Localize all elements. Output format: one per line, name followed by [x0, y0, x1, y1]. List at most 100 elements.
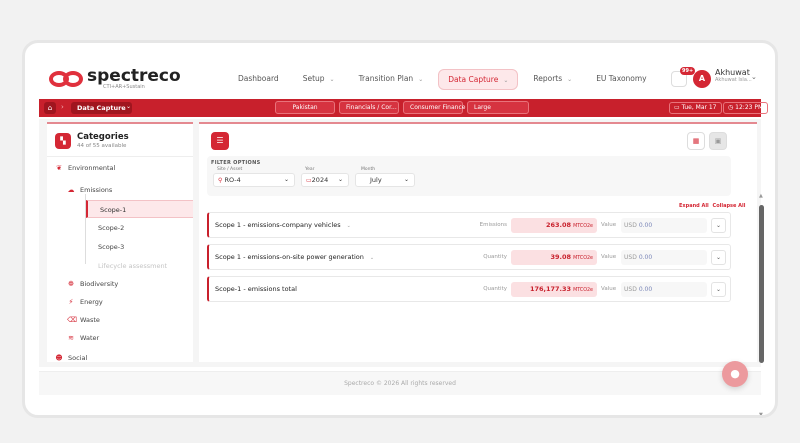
- chip-size[interactable]: Large: [467, 101, 529, 114]
- water-icon: ≋: [68, 334, 74, 342]
- notification-button[interactable]: 99+: [671, 67, 696, 87]
- amount: 0.00: [638, 222, 653, 229]
- chevron-down-icon: ⌄: [418, 76, 424, 83]
- app-window: spectreco CTI+AR+Sustain Dashboard Setup…: [22, 40, 778, 418]
- row-expand-button[interactable]: ⌄: [711, 250, 726, 265]
- notification-badge: 99+: [680, 67, 696, 75]
- scrollbar[interactable]: ▲ ▼: [759, 193, 764, 415]
- infinity-logo-icon: [49, 69, 83, 89]
- calendar-icon: ▭: [674, 104, 682, 111]
- grid-view-button[interactable]: ▦: [687, 132, 705, 150]
- sidebar-item-water[interactable]: ≋ Water: [67, 334, 99, 342]
- nav-reports[interactable]: Reports ⌄: [524, 69, 581, 90]
- collapse-all-link[interactable]: Collapse All: [713, 203, 746, 209]
- row-amount-input[interactable]: USD 0.00: [621, 218, 707, 233]
- sidebar-item-emissions[interactable]: ☁ Emissions: [67, 186, 113, 194]
- trash-icon: ⌫: [67, 316, 77, 324]
- context-chips: Pakistan Financials / Cor... Consumer Fi…: [275, 101, 529, 114]
- chat-icon: ●: [730, 367, 740, 380]
- nav-setup[interactable]: Setup ⌄: [294, 69, 344, 90]
- chevron-down-icon: ⌄: [369, 255, 375, 261]
- categories-title: Categories: [77, 132, 129, 143]
- chevron-down-icon: ⌄: [337, 176, 343, 183]
- row-expand-button[interactable]: ⌄: [711, 282, 726, 297]
- save-icon: ▣: [714, 137, 722, 145]
- row-title: Scope-1 - emissions total: [215, 285, 297, 293]
- sidebar-item-waste[interactable]: ⌫ Waste: [67, 316, 100, 324]
- row-metric-label: Quantity: [483, 286, 507, 292]
- sidebar-item-energy[interactable]: ⚡ Energy: [67, 298, 103, 306]
- chevron-down-icon: ⌄: [715, 222, 722, 229]
- divider: [47, 156, 193, 157]
- sidebar-item-scope-1[interactable]: Scope-1: [86, 200, 193, 218]
- row-title[interactable]: Scope 1 - emissions-company vehicles ⌄: [215, 221, 351, 229]
- categories-header: ▚ Categories 44 of 55 available: [55, 132, 129, 149]
- nav-eu-taxonomy[interactable]: EU Taxonomy: [587, 69, 655, 90]
- year-label: Year: [305, 167, 315, 172]
- sidebar-group-social[interactable]: ☻ Social: [55, 354, 87, 362]
- row-expand-button[interactable]: ⌄: [711, 218, 726, 233]
- brand-name: spectreco: [87, 66, 181, 86]
- row-value-label: Value: [601, 222, 617, 228]
- row-value-label: Value: [601, 254, 617, 260]
- time-text: 12:23 PM: [735, 104, 764, 111]
- row-value: 176,177.33 MTCO2e: [511, 282, 597, 297]
- avatar[interactable]: A: [693, 70, 711, 88]
- sidebar-group-environmental[interactable]: ❦ Environmental: [55, 164, 115, 172]
- scrollbar-thumb[interactable]: [759, 205, 764, 363]
- home-icon[interactable]: ⌂: [44, 102, 56, 114]
- chip-country[interactable]: Pakistan: [275, 101, 335, 114]
- scroll-down-icon[interactable]: ▼: [759, 412, 763, 415]
- expand-collapse-links: Expand All Collapse All: [679, 203, 745, 209]
- currency: USD: [624, 254, 637, 261]
- value-number: 39.08: [550, 253, 572, 261]
- nav-dashboard[interactable]: Dashboard: [229, 69, 288, 90]
- emission-row: Scope 1 - emissions-company vehicles ⌄ Em…: [207, 212, 731, 238]
- expand-all-link[interactable]: Expand All: [679, 203, 709, 209]
- sliders-icon: ☰: [216, 136, 224, 145]
- nav-data-capture[interactable]: Data Capture ⌄: [438, 69, 519, 90]
- leaf-icon: ❁: [68, 280, 74, 288]
- people-icon: ☻: [55, 354, 63, 362]
- nav-transition-plan[interactable]: Transition Plan ⌄: [350, 69, 433, 90]
- sidebar-item-scope-2[interactable]: Scope-2: [86, 219, 193, 237]
- sidebar-item-label: Energy: [80, 298, 103, 306]
- breadcrumb[interactable]: Data Capture: [71, 102, 132, 114]
- value-number: 176,177.33: [529, 285, 572, 293]
- value-unit: MTCO2e: [573, 288, 593, 293]
- month-label: Month: [361, 167, 376, 172]
- chevron-down-icon: ⌄: [715, 286, 722, 293]
- nav-label: EU Taxonomy: [596, 74, 647, 83]
- chip-segment[interactable]: Consumer Finance: [403, 101, 465, 114]
- sidebar-item-label: Waste: [80, 316, 100, 324]
- scroll-up-icon[interactable]: ▲: [759, 193, 763, 199]
- site-select[interactable]: ⚲ RO-4 ⌄: [213, 173, 295, 187]
- row-value: 39.08 MTCO2e: [511, 250, 597, 265]
- date-display: ▭ Tue, Mar 17: [669, 102, 722, 114]
- row-title[interactable]: Scope 1 - emissions-on-site power genera…: [215, 253, 374, 261]
- currency: USD: [624, 222, 637, 229]
- sidebar-item-scope-3[interactable]: Scope-3: [86, 238, 193, 256]
- row-metric-label: Emissions: [479, 222, 507, 228]
- month-select[interactable]: July ⌄: [355, 173, 415, 187]
- year-select[interactable]: ▭2024 ⌄: [301, 173, 349, 187]
- row-amount-input[interactable]: USD 0.00: [621, 282, 707, 297]
- row-amount-input[interactable]: USD 0.00: [621, 250, 707, 265]
- content-area: ▚ Categories 44 of 55 available ❦ Environ…: [39, 119, 764, 415]
- user-email: Akhuwat Isla...: [715, 76, 752, 83]
- chat-button[interactable]: ●: [722, 361, 748, 387]
- currency: USD: [624, 286, 637, 293]
- chevron-down-icon[interactable]: ⌄: [751, 73, 757, 81]
- chevron-down-icon: ⌄: [567, 76, 573, 83]
- save-button[interactable]: ▣: [709, 132, 727, 150]
- site-value: RO-4: [224, 176, 241, 184]
- sidebar-item-biodiversity[interactable]: ❁ Biodiversity: [67, 280, 118, 288]
- chevron-down-icon[interactable]: ⌄: [126, 103, 131, 110]
- amount: 0.00: [638, 286, 653, 293]
- brand-logo[interactable]: spectreco CTI+AR+Sustain: [49, 65, 181, 93]
- filter-toggle-button[interactable]: ☰: [211, 132, 229, 150]
- chip-sector[interactable]: Financials / Cor...: [339, 101, 399, 114]
- year-value: 2024: [311, 176, 329, 184]
- user-menu[interactable]: Akhuwat Akhuwat Isla...: [715, 68, 752, 83]
- row-value: 263.08 MTCO2e: [511, 218, 597, 233]
